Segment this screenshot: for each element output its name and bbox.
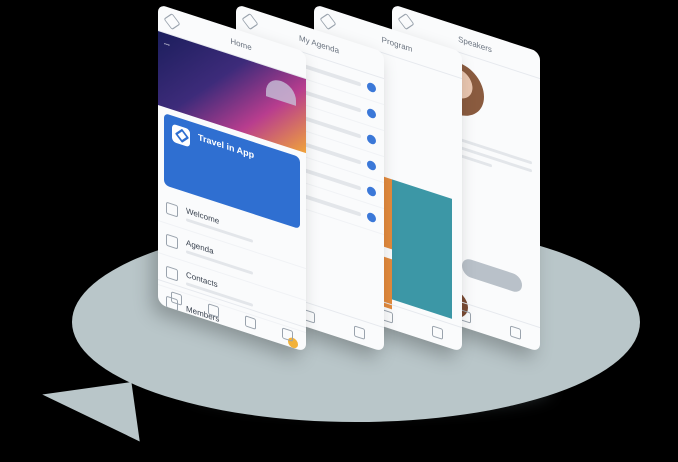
app-logo-icon <box>319 13 337 31</box>
chat-icon[interactable] <box>245 314 256 330</box>
check-icon[interactable] <box>367 81 376 94</box>
check-icon[interactable] <box>367 107 376 120</box>
check-icon[interactable] <box>367 133 376 146</box>
calendar-icon[interactable] <box>460 308 472 324</box>
action-button[interactable] <box>462 256 522 295</box>
calendar-icon[interactable] <box>382 308 394 324</box>
agenda-icon <box>166 233 178 249</box>
speech-bubble-tail <box>42 382 140 454</box>
check-icon[interactable] <box>367 211 376 224</box>
check-icon[interactable] <box>367 185 376 198</box>
calendar-icon[interactable] <box>304 308 316 324</box>
app-logo-icon <box>241 13 259 31</box>
info-icon <box>166 201 178 217</box>
travel-card-label: Travel in App <box>198 131 255 161</box>
app-logo-icon <box>163 13 181 31</box>
session-panel[interactable] <box>392 179 452 319</box>
promo-illustration: Speakers ... Program <box>0 0 678 462</box>
app-logo-icon <box>397 13 415 31</box>
chat-icon[interactable] <box>431 324 443 340</box>
contacts-icon <box>166 265 178 281</box>
dome-graphic <box>266 76 296 106</box>
calendar-icon[interactable] <box>208 302 219 318</box>
travel-app-icon <box>172 123 190 148</box>
phone-screen-home: Home ... Travel in App Welcome Agenda Co… <box>158 4 306 353</box>
banner-text: ... <box>164 38 170 48</box>
check-icon[interactable] <box>367 159 376 172</box>
home-icon[interactable] <box>171 290 182 306</box>
chat-icon[interactable] <box>509 324 521 340</box>
profile-icon[interactable] <box>282 326 293 342</box>
chat-icon[interactable] <box>353 324 365 340</box>
